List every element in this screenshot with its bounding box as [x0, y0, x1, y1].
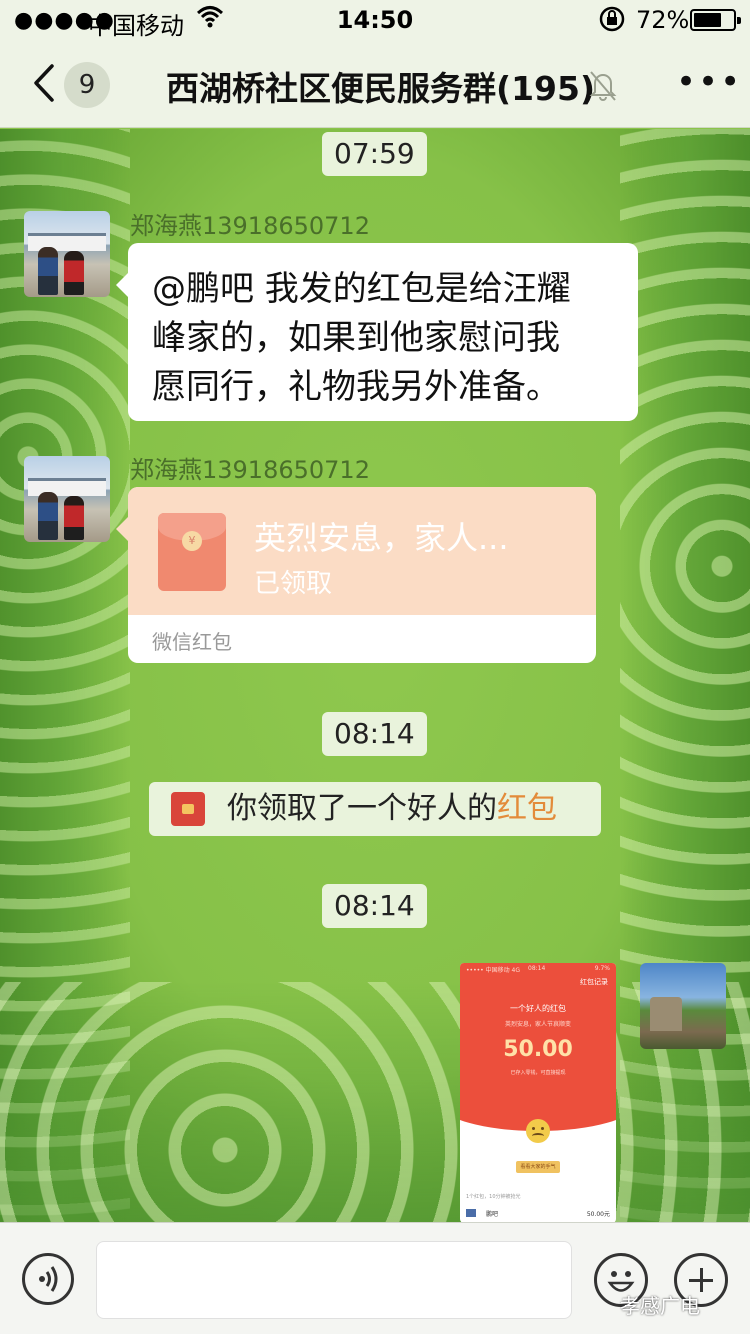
message-line: 峰家的，如果到他家慰问我 [152, 318, 560, 358]
my-avatar[interactable] [640, 963, 726, 1049]
timestamp: 08:14 [322, 712, 427, 756]
message-line: @鹏吧 我发的红包是给汪耀 [152, 269, 571, 309]
watermark: 孝感广电 [620, 1294, 700, 1318]
more-options-icon[interactable]: ••• [676, 62, 742, 102]
sender-name: 郑海燕13918650712 [130, 456, 370, 484]
text-message-bubble[interactable]: @鹏吧 我发的红包是给汪耀 峰家的，如果到他家慰问我 愿同行，礼物我另外准备。 [116, 243, 638, 421]
battery-icon [690, 9, 741, 31]
rotation-lock-icon [599, 6, 625, 32]
unread-count-badge[interactable]: 9 [64, 62, 110, 108]
sender-name: 郑海燕13918650712 [130, 212, 370, 240]
notice-text: 你领取了一个好人的 [227, 791, 497, 826]
system-notice[interactable]: 你领取了一个好人的红包 [149, 782, 601, 836]
mute-bell-icon [589, 71, 617, 101]
sent-screenshot-image[interactable]: ••••• 中国移动 4G 08:14 9.7% 红包记录 一个好人的红包 英烈安息… [460, 963, 616, 1222]
chat-title: 西湖桥社区便民服务群(195) [166, 69, 596, 108]
battery-percent: 72% [636, 6, 690, 34]
red-packet-status: 已领取 [254, 569, 333, 599]
red-packet-text: 英烈安息，家人... [254, 519, 509, 557]
red-envelope-icon: ¥ [158, 513, 226, 591]
red-packet-icon [171, 792, 205, 826]
chat-area[interactable]: 07:59 郑海燕13918650712 @鹏吧 我发的红包是给汪耀 峰家的，如… [0, 129, 750, 1222]
timestamp: 08:14 [322, 884, 427, 928]
notice-link[interactable]: 红包 [497, 791, 557, 826]
back-arrow-icon[interactable] [26, 58, 62, 108]
nav-bar: 9 西湖桥社区便民服务群(195) ••• [0, 40, 750, 128]
timestamp: 07:59 [322, 132, 427, 176]
voice-input-icon[interactable] [22, 1253, 74, 1305]
red-packet-footer: 微信红包 [152, 630, 232, 654]
sender-avatar[interactable] [24, 211, 110, 297]
red-packet-message[interactable]: ¥ 英烈安息，家人... 已领取 微信红包 [116, 487, 596, 663]
message-line: 愿同行，礼物我另外准备。 [152, 367, 560, 407]
background-foliage-bottom [0, 982, 750, 1222]
message-input[interactable] [96, 1241, 572, 1319]
sender-avatar[interactable] [24, 456, 110, 542]
status-bar: ●●●●● 中国移动 14:50 72% [0, 0, 750, 40]
